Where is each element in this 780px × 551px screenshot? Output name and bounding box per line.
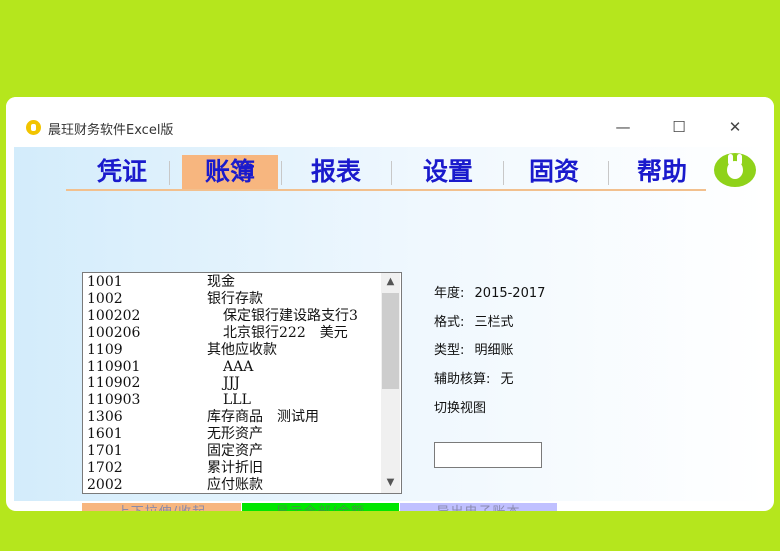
scroll-up-icon[interactable]: ▲ [381,273,400,291]
menu-divider [391,161,392,185]
menu-help[interactable]: 帮助 [628,155,696,189]
menu-settings[interactable]: 设置 [414,155,482,189]
account-name: 银行存款 [207,290,263,307]
type-info: 类型: 明细账 [434,339,514,358]
account-code: 1109 [87,341,123,358]
menu-divider [503,161,504,185]
account-name: AAA [223,358,254,375]
filter-input[interactable] [434,442,542,468]
account-code: 1701 [87,443,123,459]
aux-value: 无 [500,372,514,387]
year-info: 年度: 2015-2017 [434,282,545,301]
list-scrollbar[interactable]: ▲ ▼ [381,273,400,493]
show-all-balance-button[interactable]: 显示全部/余额 [242,503,399,511]
aux-label: 辅助核算: [434,372,491,387]
account-name: 无形资产 [207,426,263,443]
window-title: 晨玨财务软件Excel版 [48,123,174,138]
stretch-collapse-button[interactable]: 上下拉伸/收起 [82,503,241,511]
menu-divider [608,161,609,185]
rabbit-mascot-icon [714,153,756,187]
main-menu: 凭证 账簿 报表 设置 固资 帮助 [66,155,706,191]
rabbit-face [727,161,743,179]
account-list[interactable]: 1001 现金 1002 银行存款 100202 保定银行建设路支行3 100206 北京银行… [82,272,402,494]
account-code: 1002 [87,290,123,307]
maximize-button[interactable]: ☐ [664,115,694,139]
type-label: 类型: [434,343,465,358]
account-name: LLL [223,392,251,409]
menu-report[interactable]: 报表 [302,155,370,189]
type-value: 明细账 [474,343,514,358]
account-code: 1306 [87,409,123,426]
account-name: 北京银行222 美元 [223,324,348,341]
account-name: 固定资产 [207,443,263,459]
account-code: 1601 [87,426,123,443]
export-ledger-button[interactable]: 导出电子账本 [400,503,557,511]
switch-view-link[interactable]: 切换视图 [434,397,486,416]
account-name: 库存商品 测试用 [207,409,319,426]
minimize-button[interactable]: — [608,115,638,139]
account-name: 应付账款 [207,476,263,493]
year-label: 年度: [434,286,465,301]
app-window: 晨玨财务软件Excel版 — ☐ ✕ 凭证 账簿 报表 设置 固资 帮助 100… [6,97,774,511]
account-code: 100202 [87,307,141,324]
account-code: 2002 [87,476,123,493]
account-name: 现金 [207,274,235,290]
menu-ledger[interactable]: 账簿 [182,155,278,189]
account-code: 110901 [87,358,141,375]
format-label: 格式: [434,315,465,330]
aux-info: 辅助核算: 无 [434,368,514,387]
menu-voucher[interactable]: 凭证 [88,155,156,189]
account-code: 110902 [87,375,141,392]
account-name: JJJ [223,375,240,392]
menu-fixed-assets[interactable]: 固资 [520,155,588,189]
account-name: 累计折旧 [207,459,263,476]
account-code: 110903 [87,392,141,409]
account-code: 100206 [87,324,141,341]
account-name: 其他应收款 [207,341,277,358]
account-name: 保定银行建设路支行3 [223,307,358,324]
title-bar: 晨玨财务软件Excel版 — ☐ ✕ [6,97,774,147]
scroll-thumb[interactable] [382,293,399,389]
scroll-down-icon[interactable]: ▼ [381,474,400,492]
format-info: 格式: 三栏式 [434,311,514,330]
year-value: 2015-2017 [474,286,546,301]
client-area: 凭证 账簿 报表 设置 固资 帮助 1001 现金 1002 银行存款 100202 保定… [14,147,766,511]
app-logo-icon [26,120,41,135]
account-code: 1702 [87,459,123,476]
format-value: 三栏式 [474,315,514,330]
menu-divider [281,161,282,185]
close-button[interactable]: ✕ [720,115,750,139]
menu-divider [169,161,170,185]
account-code: 1001 [87,274,123,290]
